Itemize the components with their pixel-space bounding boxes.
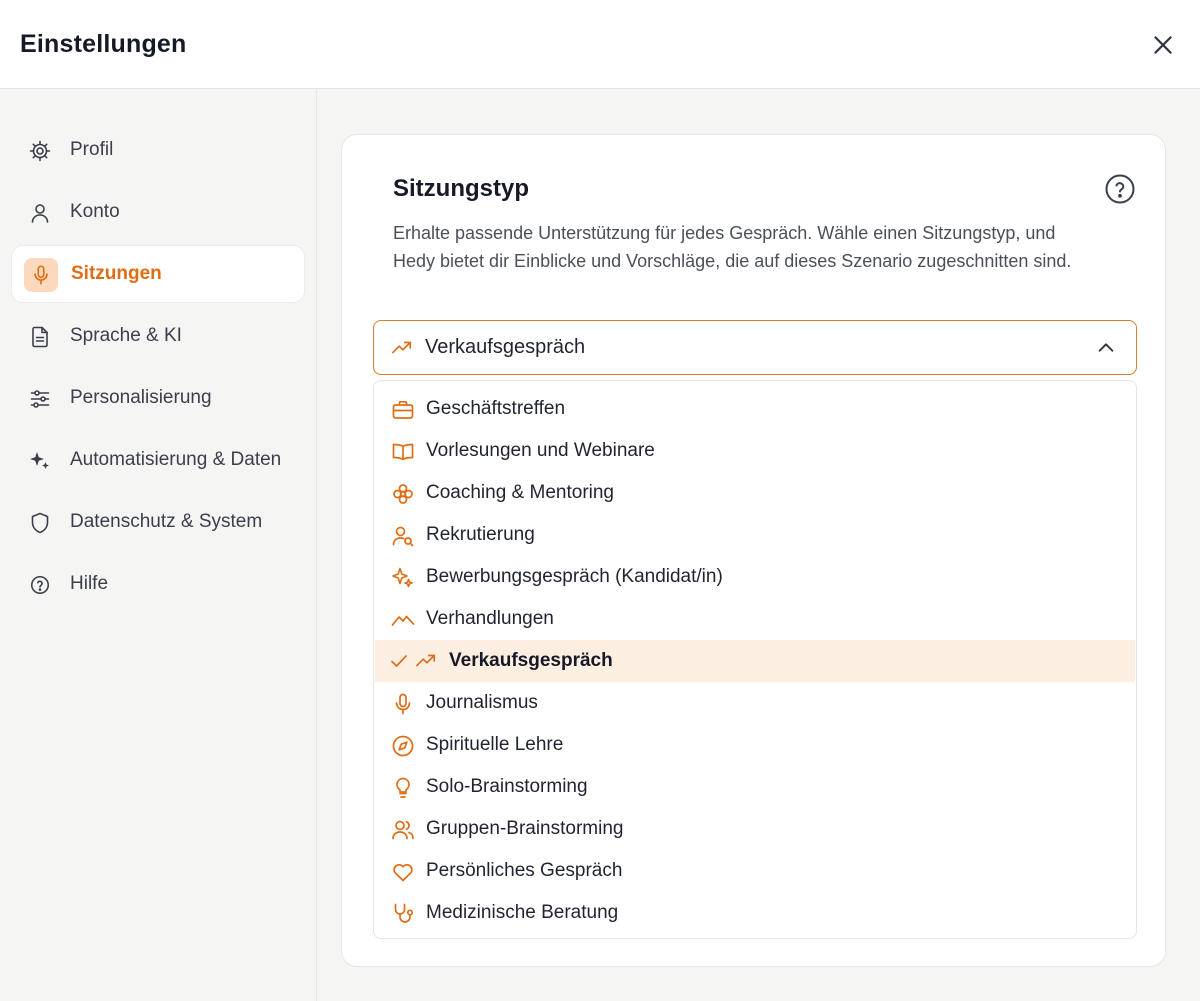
sparkles-icon: [391, 566, 415, 590]
page-title: Einstellungen: [20, 30, 187, 58]
option-journalismus[interactable]: Journalismus: [375, 682, 1135, 724]
microphone-icon: [391, 692, 415, 716]
option-persoenliches-gespraech[interactable]: Persönliches Gespräch: [375, 850, 1135, 892]
document-icon: [27, 324, 53, 350]
option-label: Coaching & Mentoring: [426, 482, 614, 503]
users-icon: [391, 818, 415, 842]
option-spirituelle-lehre[interactable]: Spirituelle Lehre: [375, 724, 1135, 766]
sparkles-icon: [27, 448, 53, 474]
session-type-select[interactable]: Verkaufsgespräch: [373, 320, 1137, 375]
sidebar-item-label: Hilfe: [70, 573, 109, 594]
session-type-card: Sitzungstyp Erhalte passende Unterstützu…: [341, 134, 1166, 967]
sidebar-item-label: Konto: [70, 201, 120, 222]
shield-icon: [27, 510, 53, 536]
book-open-icon: [391, 440, 415, 464]
trending-up-icon: [390, 337, 414, 359]
option-coaching[interactable]: Coaching & Mentoring: [375, 472, 1135, 514]
heart-icon: [391, 860, 415, 884]
option-vorlesungen[interactable]: Vorlesungen und Webinare: [375, 430, 1135, 472]
sidebar-item-hilfe[interactable]: Hilfe: [11, 555, 305, 613]
option-label: Bewerbungsgespräch (Kandidat/in): [426, 566, 723, 587]
option-label: Medizinische Beratung: [426, 902, 619, 923]
compass-icon: [391, 734, 415, 758]
option-label: Gruppen-Brainstorming: [426, 818, 624, 839]
sidebar-item-datenschutz[interactable]: Datenschutz & System: [11, 493, 305, 551]
sidebar-item-konto[interactable]: Konto: [11, 183, 305, 241]
section-description: Erhalte passende Unterstützung für jedes…: [393, 223, 1072, 271]
sidebar-item-label: Sprache & KI: [70, 325, 182, 346]
sidebar-item-label: Personalisierung: [70, 387, 212, 408]
select-value: Verkaufsgespräch: [425, 336, 586, 358]
flower-icon: [391, 482, 415, 506]
section-title: Sitzungstyp: [393, 175, 529, 202]
option-verhandlungen[interactable]: Verhandlungen: [375, 598, 1135, 640]
microphone-icon: [24, 258, 58, 292]
close-icon: [1154, 36, 1172, 54]
option-label: Solo-Brainstorming: [426, 776, 588, 797]
option-rekrutierung[interactable]: Rekrutierung: [375, 514, 1135, 556]
settings-sidebar: Profil Konto Sitzungen Sprache & KI Pers…: [0, 90, 317, 1001]
option-label: Journalismus: [426, 692, 538, 713]
sidebar-item-label: Automatisierung & Daten: [70, 449, 282, 470]
sidebar-item-sitzungen[interactable]: Sitzungen: [11, 245, 305, 303]
sidebar-item-profil[interactable]: Profil: [11, 121, 305, 179]
sidebar-item-label: Profil: [70, 139, 114, 160]
briefcase-icon: [391, 398, 415, 422]
sidebar-item-personalisierung[interactable]: Personalisierung: [11, 369, 305, 427]
option-label: Verhandlungen: [426, 608, 554, 629]
option-label: Spirituelle Lehre: [426, 734, 564, 755]
option-label: Geschäftstreffen: [426, 398, 566, 419]
help-circle-icon: [1105, 174, 1135, 204]
trending-up-icon: [414, 650, 438, 674]
mountain-icon: [391, 608, 415, 632]
sidebar-item-label: Datenschutz & System: [70, 511, 263, 532]
chevron-up-icon: [1094, 337, 1118, 359]
user-search-icon: [391, 524, 415, 548]
option-label: Persönliches Gespräch: [426, 860, 623, 881]
option-gruppen-brainstorming[interactable]: Gruppen-Brainstorming: [375, 808, 1135, 850]
option-bewerbungsgespraech[interactable]: Bewerbungsgespräch (Kandidat/in): [375, 556, 1135, 598]
option-solo-brainstorming[interactable]: Solo-Brainstorming: [375, 766, 1135, 808]
header-bar: Einstellungen: [0, 0, 1200, 89]
option-verkaufsgespraech[interactable]: Verkaufsgespräch: [375, 640, 1135, 682]
option-label: Vorlesungen und Webinare: [426, 440, 655, 461]
close-button[interactable]: [1146, 28, 1180, 62]
option-geschaeftstreffen[interactable]: Geschäftstreffen: [375, 388, 1135, 430]
sliders-icon: [27, 386, 53, 412]
user-icon: [27, 200, 53, 226]
option-label: Verkaufsgespräch: [449, 650, 613, 671]
help-button[interactable]: [1104, 173, 1136, 205]
option-medizinische-beratung[interactable]: Medizinische Beratung: [375, 892, 1135, 934]
sidebar-item-automatisierung[interactable]: Automatisierung & Daten: [11, 431, 305, 489]
session-type-dropdown: Geschäftstreffen Vorlesungen und Webinar…: [373, 380, 1137, 939]
gear-icon: [27, 138, 53, 164]
sidebar-item-label: Sitzungen: [71, 263, 162, 284]
help-circle-icon: [27, 572, 53, 598]
sidebar-item-sprache-ki[interactable]: Sprache & KI: [11, 307, 305, 365]
option-label: Rekrutierung: [426, 524, 535, 545]
lightbulb-icon: [391, 776, 415, 800]
stethoscope-icon: [391, 902, 415, 926]
checkmark-icon: [389, 651, 409, 671]
